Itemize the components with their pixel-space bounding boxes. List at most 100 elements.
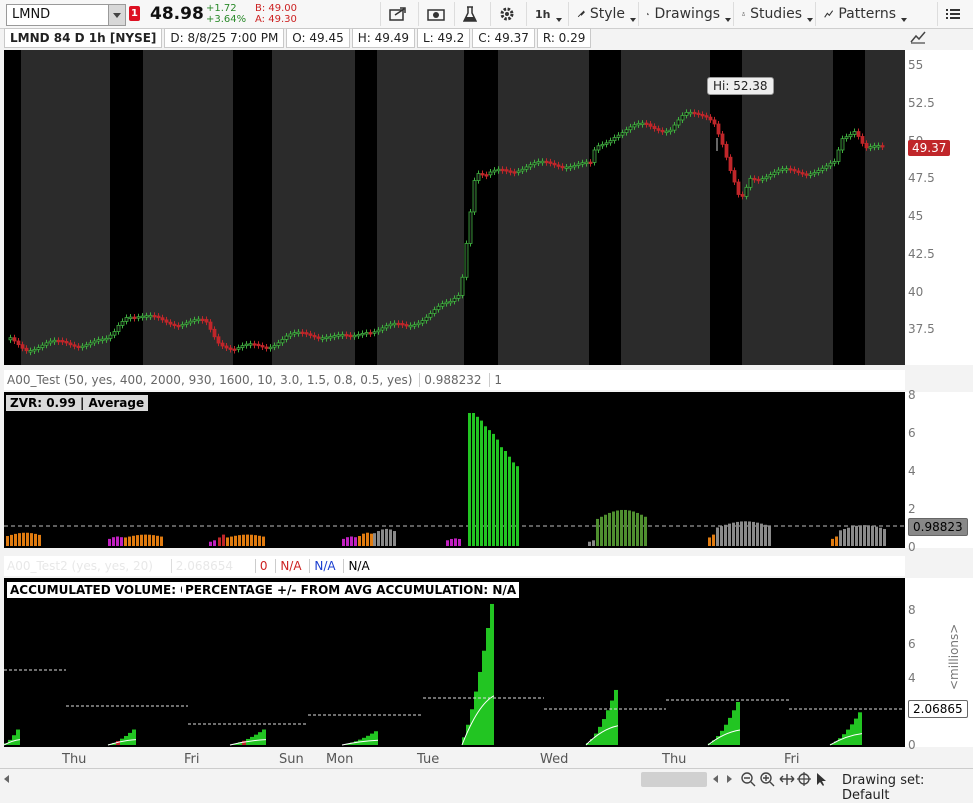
fit-width-icon[interactable]: [779, 773, 795, 786]
menu-button[interactable]: [937, 2, 971, 26]
x-tick-label: Sun: [279, 752, 304, 767]
chart-footer: Drawing set: Default: [0, 768, 973, 792]
accumulated-volume-panel[interactable]: ACCUMULATED VOLUME: 0 PERCENTAGE +/- FRO…: [4, 578, 905, 747]
price-y-axis[interactable]: 55 52.5 50 47.5 45 42.5 40 37.5 49.37: [905, 50, 973, 365]
alert-badge[interactable]: 1: [129, 6, 140, 21]
candle-body: [481, 174, 484, 176]
candle-body: [501, 169, 504, 171]
zvr-bar: [616, 510, 619, 546]
candle-body: [641, 123, 644, 125]
candle-body: [317, 337, 320, 339]
candle-body: [357, 334, 360, 336]
style-button[interactable]: Style: [568, 2, 636, 26]
candle-body: [297, 332, 300, 334]
patterns-button[interactable]: Patterns: [815, 2, 907, 26]
zvr-bar: [628, 510, 631, 546]
candle-body: [93, 341, 96, 343]
zvr-study-panel[interactable]: ZVR: 0.99 | Average: [4, 392, 905, 548]
zvr-bar: [871, 526, 874, 546]
candle-body: [597, 146, 600, 150]
y-tick-label: 52.5: [908, 96, 935, 110]
drawing-set-label[interactable]: Drawing set: Default: [842, 773, 973, 803]
cursor-arrow-icon[interactable]: [816, 772, 828, 787]
time-x-axis[interactable]: Thu Fri Sun Mon Tue Wed Thu Fri: [4, 748, 905, 768]
accumulated-volume-bar: [606, 710, 610, 745]
candle-body: [161, 318, 164, 320]
study2-y-axis[interactable]: 8 6 4 2 0 2.06865 <millions>: [905, 578, 973, 747]
candle-body: [717, 124, 720, 134]
zoom-out-icon[interactable]: [741, 772, 756, 787]
horizontal-scrollbar-thumb[interactable]: [641, 772, 707, 787]
zvr-histogram[interactable]: [4, 392, 905, 548]
drawings-button[interactable]: Drawings: [638, 2, 731, 26]
candle-body: [821, 168, 824, 170]
zvr-bar: [748, 521, 751, 546]
scroll-left-icon[interactable]: [713, 775, 718, 783]
settings-button[interactable]: [490, 2, 526, 26]
accumulated-volume-bar: [732, 710, 736, 745]
candle-body: [837, 150, 840, 162]
zvr-bar: [213, 540, 216, 546]
candle-body: [665, 131, 668, 133]
candle-body: [789, 169, 792, 171]
zvr-bar: [640, 515, 643, 546]
snapshot-button[interactable]: [418, 2, 454, 26]
chart-settings-button[interactable]: [910, 30, 926, 47]
zvr-bar: [454, 538, 457, 546]
candle-body: [497, 169, 500, 171]
candle-body: [373, 332, 376, 334]
y-tick-label: 6: [908, 637, 916, 651]
zvr-bar: [258, 536, 261, 546]
study1-header[interactable]: A00_Test (50, yes, 400, 2000, 930, 1600,…: [4, 370, 905, 390]
candle-body: [757, 179, 760, 181]
zoom-in-icon[interactable]: [760, 772, 775, 787]
symbol-dropdown-button[interactable]: [108, 5, 125, 25]
accumulated-volume-bar: [858, 712, 862, 745]
study2-header[interactable]: A00_Test2 (yes, yes, 20) 2.068654 0 N/A …: [4, 556, 905, 576]
net-change: +1.72: [206, 3, 246, 14]
zvr-bar: [480, 421, 483, 546]
candle-body: [709, 117, 712, 120]
zvr-bar: [152, 535, 155, 546]
candle-body: [877, 146, 880, 148]
zvr-bar: [209, 542, 212, 546]
candle-body: [425, 317, 428, 320]
timeframe-button[interactable]: 1h: [526, 2, 566, 26]
candle-body: [29, 351, 32, 353]
x-tick-label: Mon: [326, 752, 353, 767]
scroll-right-icon[interactable]: [727, 775, 732, 783]
share-button[interactable]: [380, 2, 418, 26]
zvr-bar: [496, 440, 499, 546]
accumulated-volume-bar: [610, 701, 614, 745]
study1-y-axis[interactable]: 8 6 4 2 0 0.98823: [905, 392, 973, 548]
zvr-bar: [472, 413, 475, 546]
after-hours-band: [833, 50, 865, 365]
zvr-bar: [377, 531, 380, 546]
zvr-bar: [768, 526, 771, 546]
y-tick-label: 6: [908, 426, 916, 440]
symbol-input[interactable]: LMND: [6, 4, 126, 26]
price-chart-panel[interactable]: Hi: 52.38: [4, 50, 905, 365]
zvr-bar: [867, 525, 870, 546]
candle-body: [769, 175, 772, 177]
candle-body: [61, 340, 64, 342]
accumulated-volume-bar: [728, 718, 732, 745]
candle-body: [881, 146, 884, 148]
candle-body: [565, 167, 568, 169]
crosshair-icon[interactable]: [797, 772, 812, 787]
candle-body: [253, 344, 256, 346]
flask-button[interactable]: [454, 2, 490, 26]
candle-body: [269, 347, 272, 349]
accumulated-volume-chart[interactable]: [4, 578, 905, 747]
accumulated-volume-bar: [374, 731, 378, 745]
candle-body: [129, 317, 132, 319]
study2-na-black: N/A: [343, 559, 373, 573]
high-tooltip: Hi: 52.38: [707, 77, 774, 95]
scroll-left-icon[interactable]: [4, 775, 9, 783]
candle-body: [661, 130, 664, 132]
price-chart[interactable]: [4, 50, 905, 365]
candle-body: [329, 337, 332, 339]
bid-ask-block: B: 49.00 A: 49.30: [255, 3, 297, 25]
studies-button[interactable]: Studies: [733, 2, 813, 26]
main-toolbar: LMND 1 48.98 +1.72 +3.64% B: 49.00 A: 49…: [0, 0, 973, 29]
